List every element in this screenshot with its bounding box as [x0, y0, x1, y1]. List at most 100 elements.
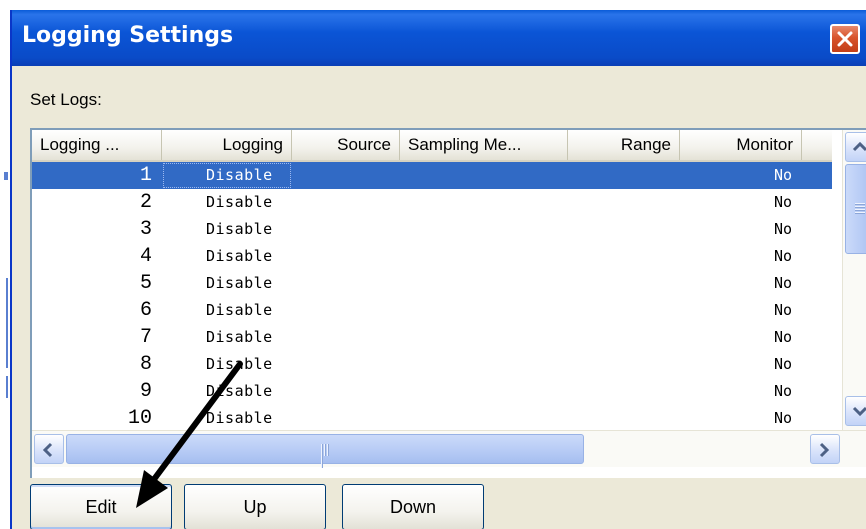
title-bar[interactable]: Logging Settings [12, 10, 866, 66]
column-header-logging[interactable]: Logging [162, 130, 292, 160]
horizontal-scrollbar[interactable] [32, 430, 866, 468]
cell-monitor: No [773, 409, 792, 427]
table-row[interactable]: 3 Disable No [32, 216, 832, 243]
cell-range [568, 324, 680, 351]
scroll-left-button[interactable] [34, 434, 64, 464]
logging-settings-dialog: Logging Settings Set Logs: Logging ... L… [10, 10, 866, 529]
edit-button[interactable]: Edit [30, 484, 172, 529]
cell-range [568, 297, 680, 324]
vertical-scroll-thumb[interactable] [845, 164, 866, 254]
cell-source [292, 216, 400, 243]
cell-logging-index: 9 [139, 380, 152, 403]
cell-monitor: No [773, 301, 792, 319]
table-row[interactable]: 6 Disable No [32, 297, 832, 324]
cell-source [292, 162, 400, 189]
cell-monitor: No [773, 166, 792, 184]
cell-logging: Disable [206, 409, 273, 427]
chevron-right-icon [819, 442, 830, 458]
cell-logging: Disable [206, 301, 273, 319]
table-row[interactable]: 10 Disable No [32, 405, 832, 432]
desktop-edge [0, 0, 10, 529]
cell-logging: Disable [206, 247, 273, 265]
cell-range [568, 189, 680, 216]
cell-logging: Disable [206, 274, 273, 292]
cell-sampling-method [400, 189, 568, 216]
table-row[interactable]: 2 Disable No [32, 189, 832, 216]
cell-logging-index: 4 [139, 245, 152, 268]
cell-monitor: No [773, 274, 792, 292]
horizontal-scroll-thumb[interactable] [66, 434, 584, 468]
cell-sampling-method [400, 324, 568, 351]
cell-logging-index: 7 [139, 326, 152, 349]
cell-range [568, 270, 680, 297]
cell-sampling-method [400, 378, 568, 405]
cell-range [568, 405, 680, 432]
set-logs-label: Set Logs: [30, 90, 102, 109]
cell-range [568, 216, 680, 243]
table-row[interactable]: 9 Disable No [32, 378, 832, 405]
column-header-monitor[interactable]: Monitor [680, 130, 802, 160]
cell-logging-index: 6 [139, 299, 152, 322]
cell-logging: Disable [206, 355, 273, 373]
table-row[interactable]: 8 Disable No [32, 351, 832, 378]
cell-range [568, 243, 680, 270]
cell-logging-index: 8 [139, 353, 152, 376]
cell-range [568, 162, 680, 189]
screen: Logging Settings Set Logs: Logging ... L… [0, 0, 866, 529]
window-title: Logging Settings [22, 23, 234, 48]
column-header-sampling-method[interactable]: Sampling Me... [400, 130, 568, 160]
desktop-mark [4, 172, 8, 180]
column-header-logging-index[interactable]: Logging ... [32, 130, 162, 160]
cell-source [292, 297, 400, 324]
cell-logging-index: 1 [139, 164, 152, 187]
up-button[interactable]: Up [184, 484, 326, 529]
cell-source [292, 351, 400, 378]
cell-sampling-method [400, 162, 568, 189]
down-button[interactable]: Down [342, 484, 484, 529]
cell-range [568, 351, 680, 378]
column-header-source[interactable]: Source [292, 130, 400, 160]
scroll-down-button[interactable] [845, 396, 866, 426]
cell-source [292, 270, 400, 297]
cell-range [568, 378, 680, 405]
cell-monitor: No [773, 220, 792, 238]
thumb-grip [855, 203, 865, 215]
cell-logging: Disable [206, 382, 273, 400]
cell-monitor: No [773, 193, 792, 211]
cell-monitor: No [773, 328, 792, 346]
close-button[interactable] [830, 24, 860, 54]
table-row[interactable]: 7 Disable No [32, 324, 832, 351]
column-header-range[interactable]: Range [568, 130, 680, 160]
scroll-up-button[interactable] [845, 132, 866, 162]
cell-monitor: No [773, 247, 792, 265]
cell-source [292, 324, 400, 351]
cell-source [292, 243, 400, 270]
close-icon [837, 31, 853, 47]
cell-sampling-method [400, 405, 568, 432]
desktop-mark [6, 278, 8, 368]
cell-sampling-method [400, 270, 568, 297]
cell-logging-index: 3 [139, 218, 152, 241]
scroll-right-button[interactable] [810, 434, 840, 464]
cell-monitor: No [773, 382, 792, 400]
cell-logging-index: 2 [139, 191, 152, 214]
table-row[interactable]: 1 Disable No [32, 162, 832, 189]
cell-logging: Disable [162, 162, 292, 189]
desktop-mark [6, 376, 8, 398]
cell-logging: Disable [206, 193, 273, 211]
table-row[interactable]: 4 Disable No [32, 243, 832, 270]
cell-logging: Disable [206, 328, 273, 346]
cell-source [292, 378, 400, 405]
column-header-row: Logging ... Logging Source Sampling Me..… [32, 130, 832, 162]
chevron-down-icon [852, 406, 866, 417]
chevron-up-icon [852, 141, 866, 152]
vertical-scrollbar[interactable] [842, 130, 866, 430]
thumb-grip [321, 444, 331, 468]
cell-source [292, 189, 400, 216]
table-row[interactable]: 5 Disable No [32, 270, 832, 297]
logs-list-view[interactable]: Logging ... Logging Source Sampling Me..… [30, 128, 866, 478]
cell-sampling-method [400, 216, 568, 243]
cell-sampling-method [400, 243, 568, 270]
cell-sampling-method [400, 297, 568, 324]
cell-monitor: No [773, 355, 792, 373]
